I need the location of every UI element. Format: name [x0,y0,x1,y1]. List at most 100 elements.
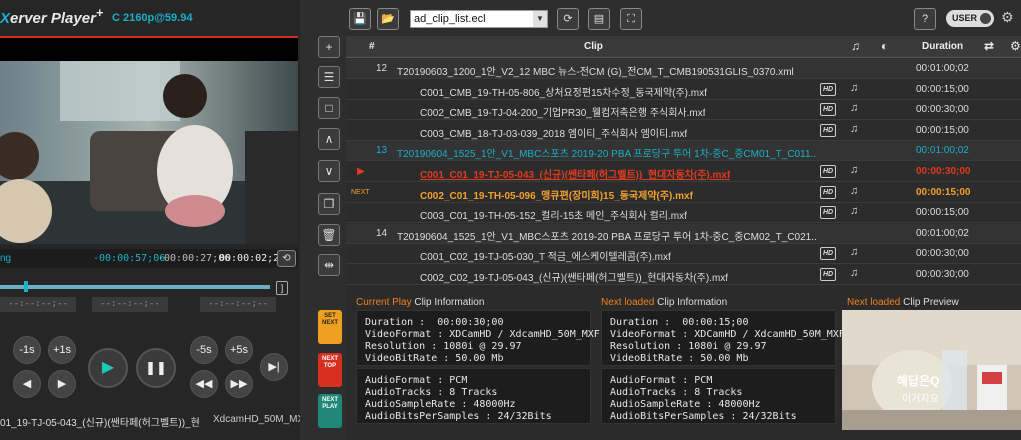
delete-clip-button[interactable]: 🗑 [318,224,340,246]
hd-badge: HD [820,123,837,137]
plus-icon: + [325,40,333,54]
loop-icon: ⟲ [282,253,291,264]
time-bar: ng -00:00:57;06 -00:00:27;06 00:00:02;23 [0,249,298,268]
audio-note-icon: ♫ [850,246,859,259]
row-duration: 00:00:15;00 [916,186,971,198]
music-note-icon: ♫ [851,39,860,53]
table-row[interactable]: NEXT C002_C01_19-TH-05-096_맹큐편(장미희)15_동국제… [346,183,1021,203]
table-row[interactable]: C003_C01_19-TH-05-152_컬리-15초 메인_주식회사 컬리.… [346,203,1021,224]
next-video-info: Duration : 00:00:15;00 VideoFormat : XDC… [601,310,845,366]
table-row[interactable]: C002_CMB_19-TJ-04-200_기업PR30_웰컴저축은행 주식회사… [346,100,1021,121]
row-duration: 00:00:30;00 [916,166,971,177]
hd-badge: HD [820,206,837,220]
row-clip-name: C001_CMB_19-TH-05-806_상처요정편15차수정_동국제약(주)… [420,87,707,99]
set-next-button[interactable]: SET NEXT [318,310,342,344]
user-toggle[interactable]: USER [946,10,994,27]
playlist-settings-button[interactable]: ▤ [588,8,610,30]
playlist-file-select[interactable]: ad_clip_list.ecl ▼ [410,10,548,28]
video-monitor [0,61,298,244]
table-row[interactable]: ▶ C001_C01_19-TJ-05-043_(신규)(쌘타페(허그벨트))_현… [346,162,1021,182]
progress-track[interactable] [0,285,270,289]
next-top-button[interactable]: NEXT TOP [318,353,342,387]
app-title-plus: + [95,6,104,20]
skip-next-button[interactable]: ▶| [260,353,288,381]
fullscreen-icon: ⛶ [627,13,635,25]
row-duration: 00:00:30;00 [916,104,969,116]
preview-title-hl: Next loaded [847,297,901,308]
save-button[interactable]: 💾 [349,8,371,30]
row-number: 14 [376,227,388,239]
mark-out-button[interactable]: ] [276,281,288,295]
settings-gear-icon[interactable]: ⚙ [1010,39,1021,53]
fwd-1s-button[interactable]: +1s [48,336,76,364]
next-audio-info: AudioFormat : PCM AudioTracks : 8 Tracks… [601,368,836,424]
row-duration: 00:00:30;00 [916,248,969,260]
fast-forward-button[interactable]: ▶▶ [225,370,253,398]
step-back-icon: ◀ [22,378,32,390]
insert-clip-button[interactable]: ☰ [318,66,340,88]
hd-badge: HD [820,185,837,199]
table-row[interactable]: C003_CMB_18-TJ-03-039_2018 엠이티_주식회사 엠이티.… [346,121,1021,141]
fullscreen-button[interactable]: ⛶ [620,8,642,30]
fwd-5s-button[interactable]: +5s [225,336,253,364]
stop-button[interactable]: □ [318,97,340,119]
play-button[interactable]: ▶ [88,348,128,388]
row-duration: 00:00:15;00 [916,83,969,95]
playlist-header [346,36,1021,58]
row-clip-name: C001_C02_19-TJ-05-030_T 적금_에스케이텔레콤(주).mx… [420,252,671,264]
next-info-title: Next loaded Clip Information [601,297,727,308]
step-forward-icon: ▶ [57,378,67,390]
trash-icon: 🗑 [321,228,337,242]
mark-mid-timecode: --:--:--;-- [92,297,168,312]
playback-status: ng [0,253,12,264]
document-gear-icon: ▤ [593,13,605,25]
table-row[interactable]: 13 T20190604_1525_1안_V1_MBC스포츠 2019-20 PB… [346,141,1021,162]
next-frame-button[interactable]: ▶ [48,370,76,398]
table-row[interactable]: C001_CMB_19-TH-05-806_상처요정편15차수정_동국제약(주)… [346,80,1021,100]
dropdown-arrow-icon: ▼ [533,11,547,27]
table-row[interactable]: C002_C02_19-TJ-05-043_(신규)(쌘타페(허그벨트))_현대… [346,265,1021,285]
hd-badge: HD [820,268,837,281]
audio-note-icon: ♫ [850,267,859,279]
table-row[interactable]: 14 T20190604_1525_1안_V1_MBC스포츠 2019-20 PB… [346,223,1021,244]
next-clip-preview: 해답은Q 이거지요 [842,310,1021,430]
back-1s-button[interactable]: -1s [13,336,41,364]
back-5s-button[interactable]: -5s [190,336,218,364]
save-icon: 💾 [353,13,367,25]
move-up-button[interactable]: ∧ [318,128,340,150]
loop-button[interactable]: ⟲ [277,250,296,267]
table-row[interactable]: 12 T20190603_1200_1안_V2_12 MBC 뉴스-전CM (G)… [346,59,1021,79]
table-row[interactable]: C001_C02_19-TJ-05-030_T 적금_에스케이텔레콤(주).mx… [346,244,1021,265]
split-icon: ⇹ [323,258,335,272]
current-clip-name: 01_19-TJ-05-043_(신규)(쌘타페(허그벨트))_현 [0,418,200,429]
open-button[interactable]: 📂 [377,8,399,30]
output-format: C 2160p@59.94 [112,12,193,24]
current-info-title: Current Play Clip Information [356,297,484,308]
row-duration: 00:01:00;02 [916,227,969,239]
row-clip-name: C002_C02_19-TJ-05-043_(신규)(쌘타페(허그벨트))_현대… [420,273,729,284]
col-header-num: # [369,41,375,52]
move-down-button[interactable]: ∨ [318,160,340,182]
mark-in-timecode: --:--:--;-- [0,297,76,312]
folder-icon: 📂 [381,13,395,25]
split-button[interactable]: ⇹ [318,254,340,276]
rewind-button[interactable]: ◀◀ [190,370,218,398]
pause-button[interactable]: ❚❚ [136,348,176,388]
current-audio-info: AudioFormat : PCM AudioTracks : 8 Tracks… [356,368,591,424]
app-title: Xerver Player+ [0,6,103,27]
audio-note-icon: ♫ [850,184,859,197]
progress-knob[interactable] [24,281,28,292]
row-clip-name: T20190604_1525_1안_V1_MBC스포츠 2019-20 PBA … [397,149,817,161]
help-button[interactable]: ? [914,8,936,30]
row-clip-name: T20190604_1525_1안_V1_MBC스포츠 2019-20 PBA … [397,231,817,243]
mark-out-timecode: --:--:--;-- [200,297,276,312]
next-play-button[interactable]: NEXT PLAY [318,394,342,428]
audio-note-icon: ♫ [850,164,859,176]
video-frame [0,61,298,244]
refresh-button[interactable]: ⟳ [557,8,579,30]
gear-icon[interactable]: ⚙ [1001,9,1014,26]
prev-frame-button[interactable]: ◀ [13,370,41,398]
copy-clip-button[interactable]: ❐ [318,193,340,215]
chevron-up-icon: ∧ [324,132,334,146]
add-clip-button[interactable]: + [318,36,340,58]
